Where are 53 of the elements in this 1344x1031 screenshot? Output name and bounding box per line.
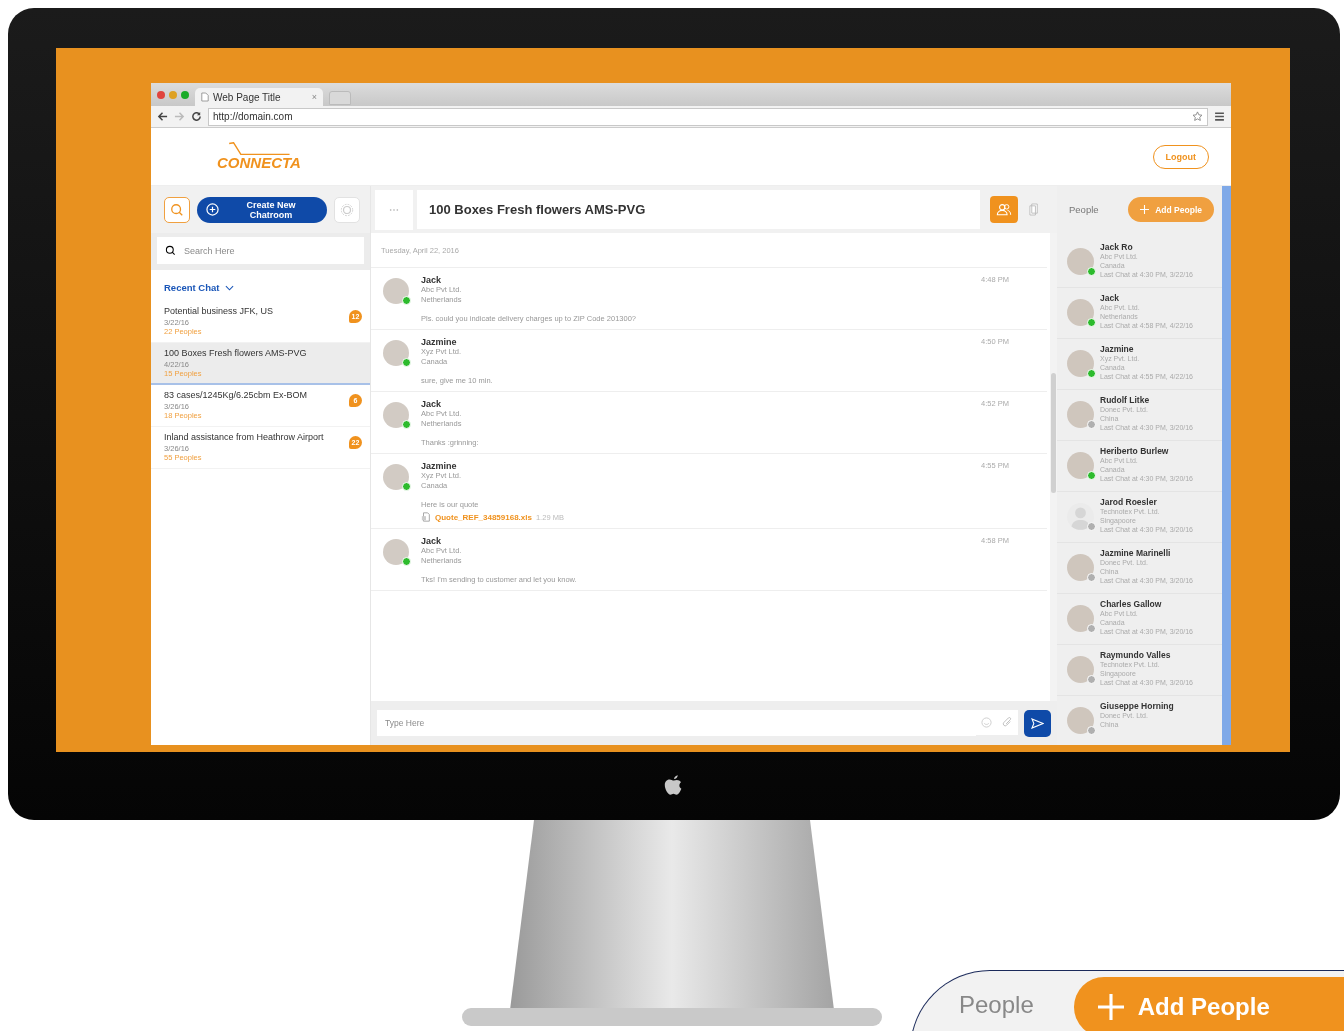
sender-name: Jack bbox=[421, 536, 443, 546]
new-tab-button[interactable] bbox=[329, 91, 351, 105]
person-name: Rudolf Litke bbox=[1100, 395, 1151, 405]
menu-icon[interactable] bbox=[1214, 111, 1225, 122]
star-icon[interactable] bbox=[1192, 111, 1203, 122]
chat-title: 83 cases/1245Kg/6.25cbm Ex-BOM bbox=[164, 390, 309, 400]
create-chatroom-button[interactable]: Create New Chatroom bbox=[197, 196, 327, 223]
send-icon bbox=[1031, 717, 1044, 729]
scrollbar-thumb[interactable] bbox=[1051, 373, 1056, 493]
sender-name: Jack bbox=[421, 275, 443, 285]
sender-name: Jazmine bbox=[421, 337, 458, 347]
person-name: Jazmine bbox=[1100, 344, 1135, 354]
reload-icon[interactable] bbox=[191, 111, 202, 122]
search-icon[interactable] bbox=[164, 196, 190, 223]
panel-title: People bbox=[959, 991, 1034, 1019]
person-name: Jarod Roesler bbox=[1100, 497, 1158, 507]
plus-icon bbox=[1140, 205, 1150, 214]
url-field[interactable]: http://domain.com bbox=[208, 107, 1208, 126]
page-icon bbox=[201, 92, 209, 102]
browser-tab[interactable]: Web Page Title × bbox=[195, 88, 323, 106]
more-icon[interactable] bbox=[375, 189, 413, 230]
sender-name: Jazmine bbox=[421, 461, 458, 471]
search-icon bbox=[157, 237, 182, 264]
logo-text: CONNECTA bbox=[217, 154, 301, 171]
chat-title: Potential business JFK, US bbox=[164, 306, 275, 316]
scrollbar[interactable] bbox=[1050, 233, 1057, 701]
chevron-down-icon[interactable] bbox=[225, 284, 235, 291]
chat-title: 100 Boxes Fresh flowers AMS-PVG bbox=[164, 348, 308, 358]
person-name: Heriberto Burlew bbox=[1100, 446, 1170, 456]
person-name: Charles Gallow bbox=[1100, 599, 1163, 609]
search-field[interactable]: Search Here bbox=[182, 237, 364, 264]
settings-icon[interactable] bbox=[334, 196, 360, 223]
person-name: Giuseppe Horning bbox=[1100, 701, 1174, 711]
message-input[interactable]: Type Here bbox=[377, 710, 976, 736]
chat-room-title: 100 Boxes Fresh flowers AMS-PVG bbox=[429, 202, 646, 217]
person-name: Jack bbox=[1100, 293, 1120, 303]
plus-icon bbox=[1097, 994, 1124, 1020]
plus-circle-icon bbox=[206, 203, 219, 216]
file-icon bbox=[421, 512, 431, 522]
person-name: Jack Ro bbox=[1100, 242, 1134, 252]
chat-title: Inland assistance from Heathrow Airport bbox=[164, 432, 325, 442]
person-name: Raymundo Valles bbox=[1100, 650, 1172, 660]
person-name: Jazmine Marinelli bbox=[1100, 548, 1172, 558]
tab-title: Web Page Title bbox=[213, 91, 282, 103]
panel-title: People bbox=[1069, 204, 1099, 215]
section-title[interactable]: Recent Chat bbox=[164, 282, 220, 293]
scrollbar[interactable] bbox=[1222, 186, 1231, 745]
send-button[interactable] bbox=[1024, 709, 1051, 737]
paperclip-icon[interactable] bbox=[997, 710, 1018, 735]
forward-icon[interactable] bbox=[174, 111, 185, 122]
people-icon[interactable] bbox=[990, 196, 1018, 223]
back-icon[interactable] bbox=[157, 111, 168, 122]
sender-name: Jack bbox=[421, 399, 443, 409]
